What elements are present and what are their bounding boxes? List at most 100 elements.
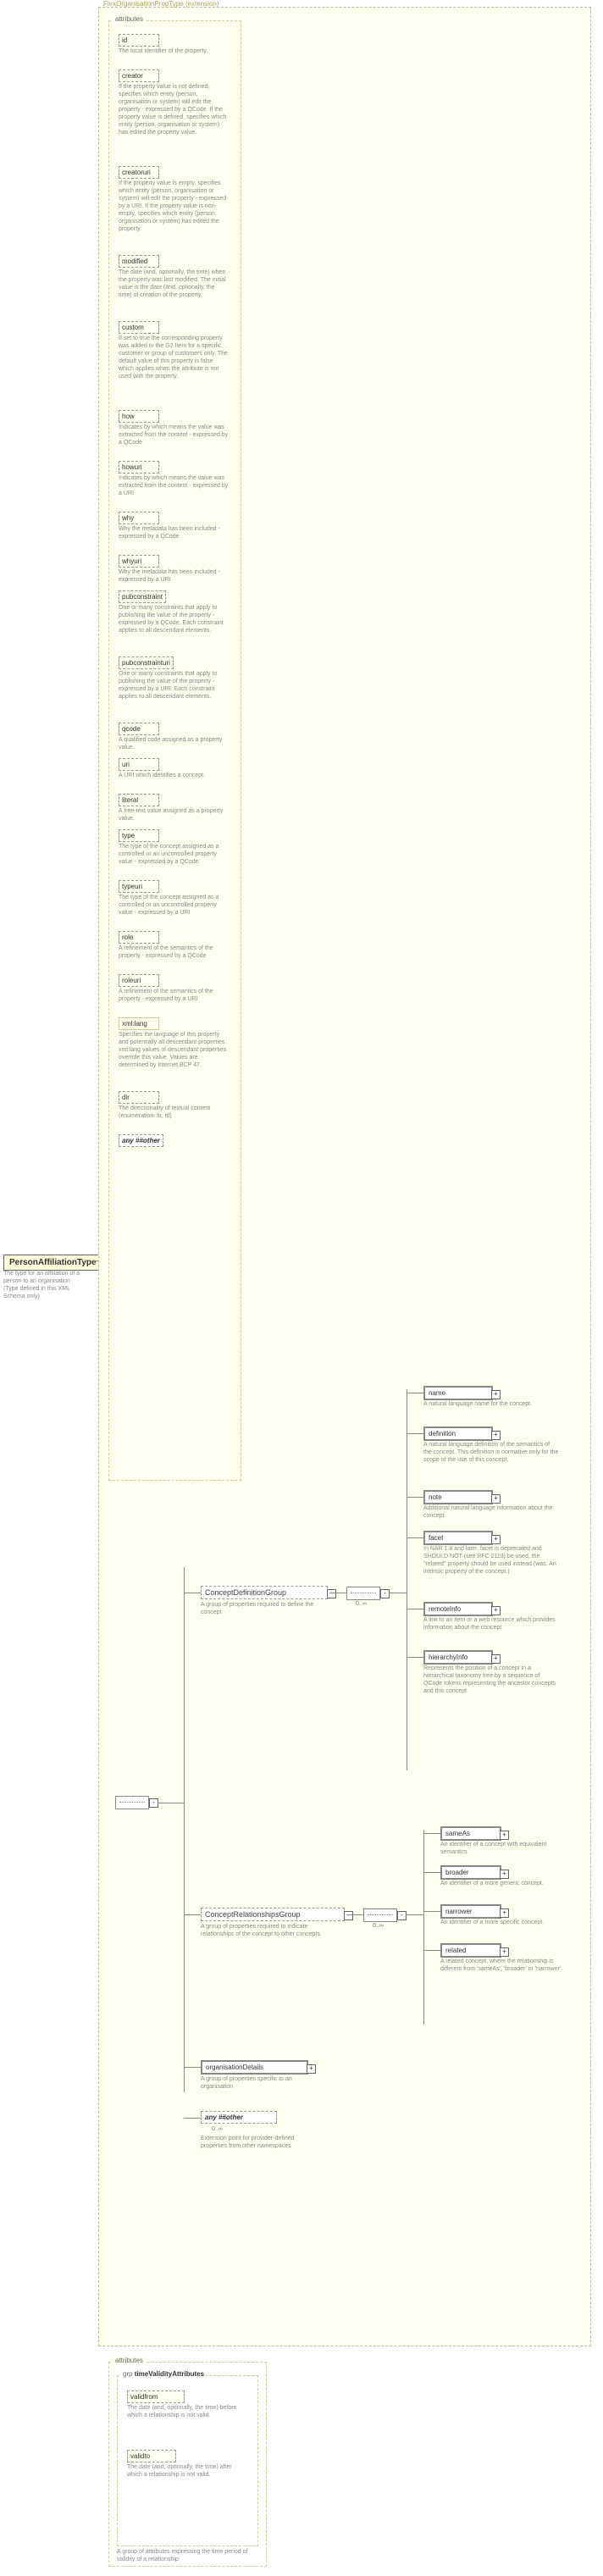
attr-desc: Indicates by which means the value was e…	[119, 474, 229, 497]
organisation-details-element: organisationDetails	[201, 2060, 308, 2075]
attr-desc: If set to true the corresponding propert…	[119, 335, 229, 380]
crg-children-vline	[423, 1830, 424, 2025]
root-connector-h	[91, 1260, 98, 1261]
cdg-card: 0..∞	[356, 1601, 367, 1607]
attr-desc: A qualified code assigned as a property …	[119, 736, 229, 751]
validity-grp-desc: A group of attributes expressing the tim…	[117, 2548, 252, 2563]
toggle-remoteinfo[interactable]	[491, 1606, 501, 1615]
attr-how: how	[119, 410, 159, 423]
attr-type: type	[119, 829, 159, 842]
attr-typeuri: typeuri	[119, 880, 159, 893]
element-desc: A natural language name for the concept.	[423, 1400, 532, 1408]
attr-desc: One or many constraints that apply to pu…	[119, 670, 229, 701]
element-desc: Represents the position of a concept in …	[423, 1665, 559, 1695]
root-type: PersonAffiliationType	[3, 1255, 102, 1271]
element-facet: facet	[423, 1531, 493, 1545]
extension-label: FlexOrganisationPropType (extension)	[103, 0, 219, 8]
element-broader: broader	[440, 1865, 501, 1880]
attr-whyuri: whyuri	[119, 555, 159, 568]
attr-roleuri: roleuri	[119, 974, 159, 987]
attr-desc: If the property value is not defined, sp…	[119, 83, 229, 136]
validto-desc: The date (and, optionally, the time) aft…	[127, 2463, 237, 2479]
cdg-seq	[346, 1587, 380, 1600]
element-desc: Additional natural language information …	[423, 1504, 559, 1520]
cdg-desc: A group of properties required to define…	[201, 1601, 319, 1616]
org-toggle[interactable]	[307, 2064, 316, 2074]
main-vline	[184, 1567, 185, 2092]
attr-id: id	[119, 34, 159, 47]
toggle-definition[interactable]	[491, 1431, 501, 1440]
attr-desc: The type of the concept assigned as a co…	[119, 843, 229, 866]
attr-howuri: howuri	[119, 461, 159, 474]
toggle-related[interactable]	[500, 1947, 509, 1957]
validfrom-attr: validfrom	[127, 2390, 185, 2403]
element-desc: A link to an item or a web resource whic…	[423, 1616, 559, 1631]
sequence-node-main	[115, 1796, 149, 1809]
attr-desc: If the property value is empty, specifie…	[119, 180, 229, 233]
crg-children-conn	[407, 1914, 423, 1915]
attr-modified: modified	[119, 255, 159, 268]
attr-desc: Why the metadata has been included - exp…	[119, 525, 229, 540]
crg-seq-conn	[346, 1914, 363, 1915]
sequence-toggle-main[interactable]	[149, 1798, 158, 1808]
crg-conn	[184, 1914, 201, 1915]
validity-attributes-label: attributes	[112, 2357, 147, 2364]
element-desc: An identifier of a concept with equivale…	[440, 1841, 567, 1856]
conn	[423, 1872, 440, 1873]
conn	[423, 1950, 440, 1951]
conn	[423, 1911, 440, 1912]
crg-card: 0..∞	[373, 1923, 384, 1929]
attr-qcode: qcode	[119, 723, 159, 735]
toggle-note[interactable]	[491, 1494, 501, 1504]
toggle-sameas[interactable]	[500, 1831, 509, 1840]
crg-toggle[interactable]	[344, 1911, 353, 1920]
timevalidity-grp-prefix: grp timeValidityAttributes	[121, 2370, 206, 2378]
anyother-card: 0..∞	[212, 2126, 223, 2132]
attr-pubconstrainturi: pubconstrainturi	[119, 656, 174, 669]
attr-desc: Why the metadata has been included - exp…	[119, 568, 229, 584]
element-desc: An identifier of a more generic concept.	[440, 1880, 544, 1887]
attr-desc: The date (and, optionally, the time) whe…	[119, 269, 229, 299]
cdg-seq-toggle[interactable]	[380, 1589, 390, 1598]
attributes-label: attributes	[112, 15, 147, 23]
element-desc: A related concept, where the relationshi…	[440, 1958, 567, 1973]
attr-dir: dir	[119, 1091, 159, 1104]
attr-any-other: any ##other	[119, 1134, 163, 1147]
attr-why: why	[119, 512, 159, 524]
element-remoteinfo: remoteInfo	[423, 1602, 493, 1616]
conn	[407, 1433, 423, 1434]
attr-creator: creator	[119, 69, 159, 82]
concept-relationships-group: ConceptRelationshipsGroup	[201, 1908, 345, 1921]
toggle-hierarchyinfo[interactable]	[491, 1654, 501, 1664]
toggle-facet[interactable]	[491, 1535, 501, 1544]
attr-desc: The local identifier of the property.	[119, 47, 207, 55]
element-sameas: sameAs	[440, 1826, 501, 1841]
timevalidity-grp-name: timeValidityAttributes	[135, 2370, 204, 2378]
attr-desc: A free-text value assigned as a property…	[119, 807, 229, 823]
toggle-broader[interactable]	[500, 1870, 509, 1879]
crg-seq	[363, 1908, 397, 1922]
toggle-narrower[interactable]	[500, 1908, 509, 1918]
concept-definition-group: ConceptDefinitionGroup	[201, 1586, 328, 1599]
anyother-desc: Extension point for provider-defined pro…	[201, 2135, 311, 2150]
attr-pubconstraint: pubconstraint	[119, 590, 166, 603]
cdg-toggle[interactable]	[327, 1589, 336, 1598]
attr-literal: literal	[119, 794, 159, 806]
attr-desc: A refinement of the semantics of the pro…	[119, 988, 229, 1003]
crg-seq-toggle[interactable]	[397, 1911, 407, 1920]
element-desc: An identifier of a more specific concept…	[440, 1919, 544, 1926]
org-conn	[184, 2067, 201, 2068]
attr-xml-lang: xml:lang	[119, 1017, 159, 1030]
attr-desc: A URI which identifies a concept.	[119, 772, 205, 779]
attr-desc: The type of the concept assigned as a co…	[119, 894, 229, 917]
conn	[407, 1657, 423, 1658]
element-related: related	[440, 1943, 501, 1958]
cdg-label: ConceptDefinitionGroup	[205, 1588, 286, 1597]
attr-custom: custom	[119, 321, 159, 334]
element-definition: definition	[423, 1426, 493, 1441]
toggle-name[interactable]	[491, 1390, 501, 1399]
conn	[407, 1537, 423, 1538]
element-name: name	[423, 1386, 493, 1400]
conn	[423, 1833, 440, 1834]
attr-desc: The directionality of textual content (e…	[119, 1105, 229, 1120]
